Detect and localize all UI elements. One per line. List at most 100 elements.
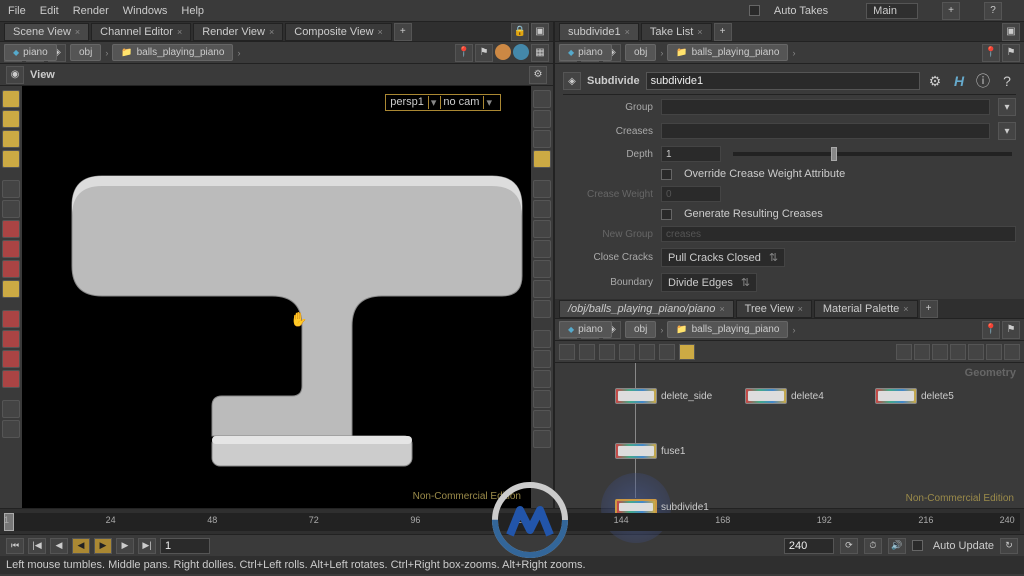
menu-edit[interactable]: Edit bbox=[40, 5, 59, 17]
boundary-dropdown[interactable]: Divide Edges⇅ bbox=[661, 273, 757, 292]
auto-takes-toggle[interactable]: Auto Takes bbox=[749, 5, 842, 17]
override-checkbox[interactable] bbox=[661, 169, 672, 180]
paint-tool-icon[interactable] bbox=[2, 150, 20, 168]
pin-icon[interactable]: 📍 bbox=[455, 44, 473, 62]
depth-input[interactable] bbox=[661, 146, 721, 162]
zoom-fit-icon[interactable] bbox=[896, 344, 912, 360]
generate-checkbox[interactable] bbox=[661, 209, 672, 220]
prev-keyframe-button[interactable]: |◀ bbox=[28, 538, 46, 554]
end-frame-input[interactable] bbox=[784, 538, 834, 554]
help-icon[interactable]: ? bbox=[984, 2, 1002, 20]
maximize-icon[interactable]: ▣ bbox=[531, 23, 549, 41]
next-frame-button[interactable]: ▶ bbox=[116, 538, 134, 554]
move-tool-icon[interactable] bbox=[2, 200, 20, 218]
wireframe-icon[interactable] bbox=[533, 110, 551, 128]
node-delete5[interactable]: delete5 bbox=[875, 388, 954, 404]
ghost-icon[interactable] bbox=[533, 330, 551, 348]
node-type-icon[interactable]: ◈ bbox=[563, 72, 581, 90]
list-view-icon[interactable] bbox=[559, 344, 575, 360]
breadcrumb-scene[interactable]: balls_playing_piano bbox=[667, 321, 788, 338]
tab-take-list[interactable]: Take List× bbox=[641, 23, 712, 41]
close-icon[interactable]: × bbox=[177, 27, 182, 37]
construction-plane-icon[interactable] bbox=[2, 400, 20, 418]
brush-tool-icon[interactable] bbox=[2, 130, 20, 148]
node-fuse1[interactable]: fuse1 bbox=[615, 443, 685, 459]
dependency-icon[interactable] bbox=[932, 344, 948, 360]
view-label[interactable]: View bbox=[30, 69, 55, 81]
chevron-down-icon[interactable]: ▾ bbox=[998, 122, 1016, 140]
display-blue-icon[interactable] bbox=[513, 44, 529, 60]
play-reverse-button[interactable]: ◀ bbox=[72, 538, 90, 554]
gear-icon[interactable]: ⚙ bbox=[926, 72, 944, 90]
tab-tree-view[interactable]: Tree View× bbox=[736, 300, 812, 318]
node-delete4[interactable]: delete4 bbox=[745, 388, 824, 404]
tab-network-path[interactable]: /obj/balls_playing_piano/piano× bbox=[559, 300, 734, 318]
auto-update-checkbox[interactable] bbox=[912, 540, 923, 551]
options-icon[interactable] bbox=[968, 344, 984, 360]
close-icon[interactable]: × bbox=[378, 27, 383, 37]
node-delete-side[interactable]: delete_side bbox=[615, 388, 712, 404]
tab-composite-view[interactable]: Composite View× bbox=[285, 23, 392, 41]
tree-icon[interactable] bbox=[579, 344, 595, 360]
display-profiles-icon[interactable] bbox=[533, 260, 551, 278]
more-icon[interactable]: ? bbox=[998, 72, 1016, 90]
add-tab-icon[interactable]: + bbox=[394, 23, 412, 41]
pin-icon[interactable]: 📍 bbox=[982, 44, 1000, 62]
cube-icon[interactable]: ▦ bbox=[531, 44, 549, 62]
display-vertex-icon[interactable] bbox=[533, 280, 551, 298]
breadcrumb-piano[interactable]: piano bbox=[559, 44, 612, 61]
play-button[interactable]: ▶ bbox=[94, 538, 112, 554]
select-tool-icon[interactable] bbox=[2, 90, 20, 108]
close-icon[interactable]: × bbox=[697, 27, 702, 37]
bg-image-icon[interactable] bbox=[533, 430, 551, 448]
snap-point-icon[interactable] bbox=[2, 330, 20, 348]
main-take-dropdown[interactable]: Main bbox=[866, 3, 918, 19]
grid-icon[interactable] bbox=[599, 344, 615, 360]
camera-icon[interactable] bbox=[986, 344, 1002, 360]
scale-tool-icon[interactable] bbox=[2, 240, 20, 258]
zoom-selected-icon[interactable] bbox=[914, 344, 930, 360]
prev-frame-button[interactable]: ◀ bbox=[50, 538, 68, 554]
close-icon[interactable]: × bbox=[269, 27, 274, 37]
breadcrumb-piano[interactable]: piano bbox=[559, 321, 612, 338]
3d-viewport[interactable]: persp1▾ no cam▾ ✋ Non-Commercial Edition bbox=[22, 86, 531, 508]
flag-icon[interactable]: ⚑ bbox=[1002, 321, 1020, 339]
add-tab-icon[interactable]: + bbox=[714, 23, 732, 41]
maximize-icon[interactable]: ▣ bbox=[1002, 23, 1020, 41]
lock-icon[interactable]: 🔒 bbox=[511, 23, 529, 41]
flag-icon[interactable]: ⚑ bbox=[1002, 44, 1020, 62]
network-view[interactable]: Geometry delete_side delete4 delete5 fus… bbox=[555, 363, 1024, 508]
loop-icon[interactable]: ⟳ bbox=[840, 538, 858, 554]
display-points-icon[interactable] bbox=[533, 180, 551, 198]
tab-scene-view[interactable]: Scene View× bbox=[4, 23, 89, 41]
axis-icon[interactable] bbox=[2, 420, 20, 438]
field-guide-icon[interactable] bbox=[533, 390, 551, 408]
shading-icon[interactable] bbox=[533, 90, 551, 108]
add-tab-icon[interactable]: + bbox=[920, 300, 938, 318]
update-icon[interactable]: ↻ bbox=[1000, 538, 1018, 554]
lighting-icon[interactable] bbox=[533, 150, 551, 168]
group-icon[interactable] bbox=[639, 344, 655, 360]
view-menu-icon[interactable]: ◉ bbox=[6, 66, 24, 84]
close-icon[interactable]: × bbox=[903, 304, 908, 314]
help-h-icon[interactable]: H bbox=[950, 72, 968, 90]
gear-icon[interactable] bbox=[1004, 344, 1020, 360]
menu-render[interactable]: Render bbox=[73, 5, 109, 17]
view-options-icon[interactable]: ⚙ bbox=[529, 66, 547, 84]
perf-icon[interactable] bbox=[950, 344, 966, 360]
menu-file[interactable]: File bbox=[8, 5, 26, 17]
first-frame-button[interactable]: ⏮ bbox=[6, 538, 24, 554]
backface-icon[interactable] bbox=[533, 370, 551, 388]
menu-help[interactable]: Help bbox=[181, 5, 204, 17]
tab-render-view[interactable]: Render View× bbox=[193, 23, 283, 41]
close-icon[interactable]: × bbox=[75, 27, 80, 37]
menu-windows[interactable]: Windows bbox=[123, 5, 168, 17]
close-icon[interactable]: × bbox=[798, 304, 803, 314]
snap-curve-icon[interactable] bbox=[2, 350, 20, 368]
translate-tool-icon[interactable] bbox=[2, 260, 20, 278]
chevron-down-icon[interactable]: ▾ bbox=[998, 98, 1016, 116]
handle-tool-icon[interactable] bbox=[2, 280, 20, 298]
close-cracks-dropdown[interactable]: Pull Cracks Closed⇅ bbox=[661, 248, 785, 267]
close-icon[interactable]: × bbox=[625, 27, 630, 37]
audio-icon[interactable]: 🔊 bbox=[888, 538, 906, 554]
